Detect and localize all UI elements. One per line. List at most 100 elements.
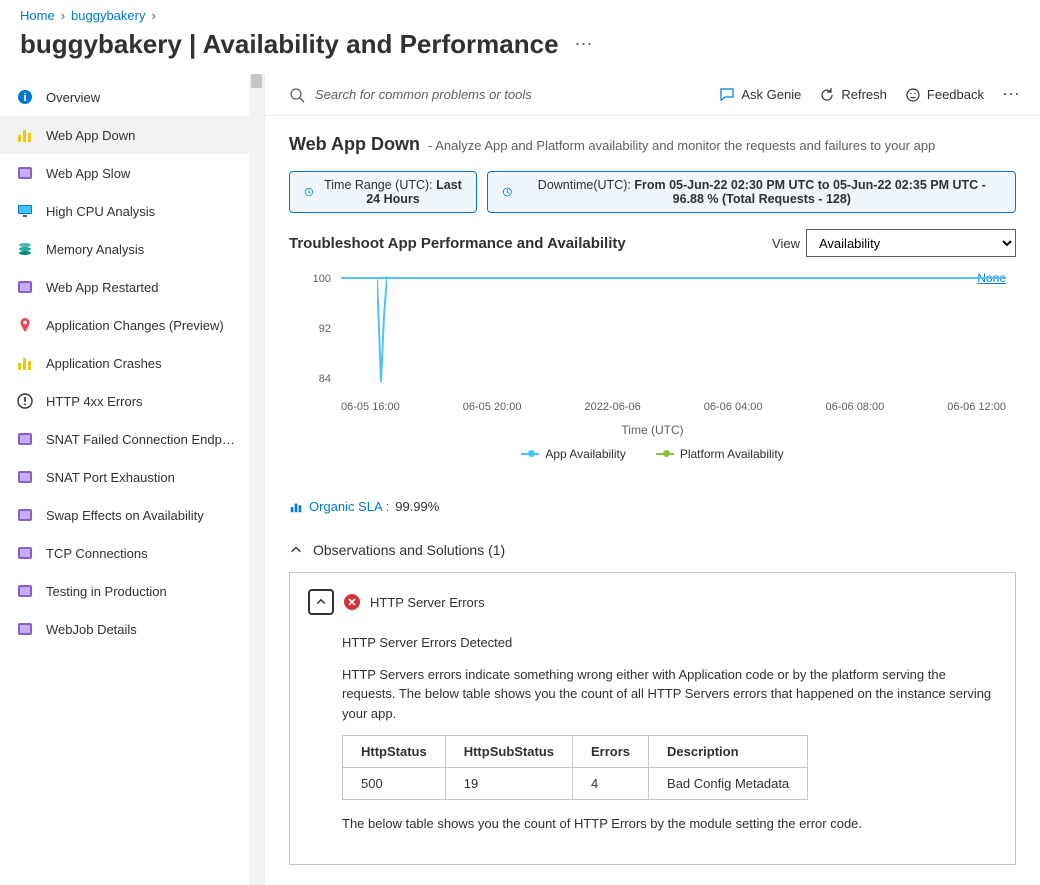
toolbar: Ask Genie Refresh Feedback ⋯	[265, 74, 1040, 116]
refresh-button[interactable]: Refresh	[819, 87, 887, 103]
sidebar-item-label: Memory Analysis	[46, 242, 144, 257]
gauge-icon	[16, 582, 34, 600]
sidebar-item[interactable]: SNAT Port Exhaustion	[0, 458, 264, 496]
chart-legend: App Availability Platform Availability	[289, 447, 1016, 461]
sidebar-item[interactable]: SNAT Failed Connection Endp…	[0, 420, 264, 458]
time-range-pill[interactable]: Time Range (UTC): Last 24 Hours	[289, 171, 477, 213]
info-icon: i	[16, 88, 34, 106]
x-axis-label: Time (UTC)	[289, 423, 1016, 437]
observation-description: HTTP Servers errors indicate something w…	[342, 665, 997, 724]
gauge-icon	[16, 506, 34, 524]
legend-swatch-platform	[656, 453, 674, 455]
availability-chart: None 100 92 84 06-05 16:00	[289, 271, 1016, 461]
sidebar-item[interactable]: WebJob Details	[0, 610, 264, 648]
toolbar-more-button[interactable]: ⋯	[1002, 84, 1020, 105]
sidebar-item-label: Application Crashes	[46, 356, 162, 371]
page-title: buggybakery | Availability and Performan…	[20, 29, 559, 60]
feedback-button[interactable]: Feedback	[905, 87, 984, 103]
gauge-icon	[16, 620, 34, 638]
gauge-icon	[16, 544, 34, 562]
refresh-icon	[819, 87, 835, 103]
bars-yellow-icon	[16, 126, 34, 144]
gauge-icon	[16, 468, 34, 486]
sidebar-item-label: Web App Slow	[46, 166, 130, 181]
sidebar-item[interactable]: TCP Connections	[0, 534, 264, 572]
observations-header[interactable]: Observations and Solutions (1)	[289, 542, 1016, 558]
x-axis: 06-05 16:00 06-05 20:00 2022-06-06 06-06…	[341, 401, 1006, 413]
y-tick: 92	[295, 323, 331, 335]
sidebar-item[interactable]: Swap Effects on Availability	[0, 496, 264, 534]
sidebar-item-label: SNAT Port Exhaustion	[46, 470, 175, 485]
search-icon	[289, 87, 305, 103]
chevron-right-icon: ›	[61, 8, 65, 23]
breadcrumb-home[interactable]: Home	[20, 8, 55, 23]
legend-swatch-app	[521, 453, 539, 455]
sidebar-item-label: Overview	[46, 90, 100, 105]
view-select[interactable]: Availability	[806, 229, 1016, 257]
search-input[interactable]	[315, 87, 615, 102]
table-row: 500 19 4 Bad Config Metadata	[343, 768, 808, 800]
downtime-pill[interactable]: Downtime(UTC): From 05-Jun-22 02:30 PM U…	[487, 171, 1016, 213]
gauge-icon	[16, 164, 34, 182]
sidebar-item[interactable]: i Overview	[0, 78, 264, 116]
y-tick: 100	[295, 273, 331, 285]
section-subtitle: - Analyze App and Platform availability …	[428, 138, 935, 153]
breadcrumb-app[interactable]: buggybakery	[71, 8, 145, 23]
smile-icon	[905, 87, 921, 103]
excl-icon	[16, 392, 34, 410]
sidebar-item-label: Web App Down	[46, 128, 135, 143]
clock-icon	[304, 185, 314, 199]
sidebar-item[interactable]: Web App Restarted	[0, 268, 264, 306]
sidebar-item[interactable]: Memory Analysis	[0, 230, 264, 268]
sidebar-item[interactable]: Application Changes (Preview)	[0, 306, 264, 344]
collapse-toggle[interactable]	[308, 589, 334, 615]
section-title: Web App Down	[289, 134, 420, 155]
sidebar-item[interactable]: HTTP 4xx Errors	[0, 382, 264, 420]
sidebar-item-label: TCP Connections	[46, 546, 148, 561]
sidebar-scrollbar[interactable]	[249, 74, 264, 885]
ask-genie-button[interactable]: Ask Genie	[719, 87, 801, 103]
chevron-right-icon: ›	[151, 8, 155, 23]
view-label: View	[772, 236, 800, 251]
observation-detected: HTTP Server Errors Detected	[342, 633, 997, 653]
sidebar-item-label: High CPU Analysis	[46, 204, 155, 219]
error-icon: ✕	[344, 594, 360, 610]
chevron-up-icon	[289, 543, 303, 557]
sidebar-item[interactable]: Testing in Production	[0, 572, 264, 610]
chat-icon	[719, 87, 735, 103]
clock-icon	[502, 185, 513, 199]
organic-sla-link[interactable]: Organic SLA :	[309, 499, 389, 514]
sidebar: i Overview Web App Down Web App Slow High CP…	[0, 74, 265, 885]
stack-icon	[16, 240, 34, 258]
sidebar-item-label: Web App Restarted	[46, 280, 159, 295]
sidebar-item[interactable]: High CPU Analysis	[0, 192, 264, 230]
troubleshoot-title: Troubleshoot App Performance and Availab…	[289, 235, 626, 252]
sidebar-item[interactable]: Application Crashes	[0, 344, 264, 382]
scrollbar-thumb[interactable]	[251, 74, 262, 88]
more-actions-button[interactable]: ⋯	[575, 34, 593, 55]
sidebar-item-label: HTTP 4xx Errors	[46, 394, 143, 409]
gauge-icon	[16, 278, 34, 296]
bars-yellow-icon	[16, 354, 34, 372]
svg-text:i: i	[23, 92, 26, 104]
http-errors-table: HttpStatus HttpSubStatus Errors Descript…	[342, 735, 808, 800]
sidebar-item-label: Application Changes (Preview)	[46, 318, 224, 333]
observation-title: HTTP Server Errors	[370, 595, 485, 610]
observations-panel: ✕ HTTP Server Errors HTTP Server Errors …	[289, 572, 1016, 865]
app-availability-dip	[377, 276, 387, 386]
gauge-icon	[16, 430, 34, 448]
chevron-up-icon	[315, 596, 327, 608]
organic-sla-value: 99.99%	[395, 499, 439, 514]
app-availability-line	[341, 277, 1006, 279]
sidebar-item-label: SNAT Failed Connection Endp…	[46, 432, 235, 447]
sidebar-item-label: Testing in Production	[46, 584, 167, 599]
sidebar-item[interactable]: Web App Slow	[0, 154, 264, 192]
sidebar-item-label: WebJob Details	[46, 622, 137, 637]
monitor-icon	[16, 202, 34, 220]
sidebar-item[interactable]: Web App Down	[0, 116, 264, 154]
breadcrumb: Home › buggybakery ›	[0, 0, 1040, 27]
observation-footer: The below table shows you the count of H…	[342, 814, 997, 834]
y-tick: 84	[295, 373, 331, 385]
bar-chart-icon	[289, 500, 303, 514]
sidebar-item-label: Swap Effects on Availability	[46, 508, 204, 523]
